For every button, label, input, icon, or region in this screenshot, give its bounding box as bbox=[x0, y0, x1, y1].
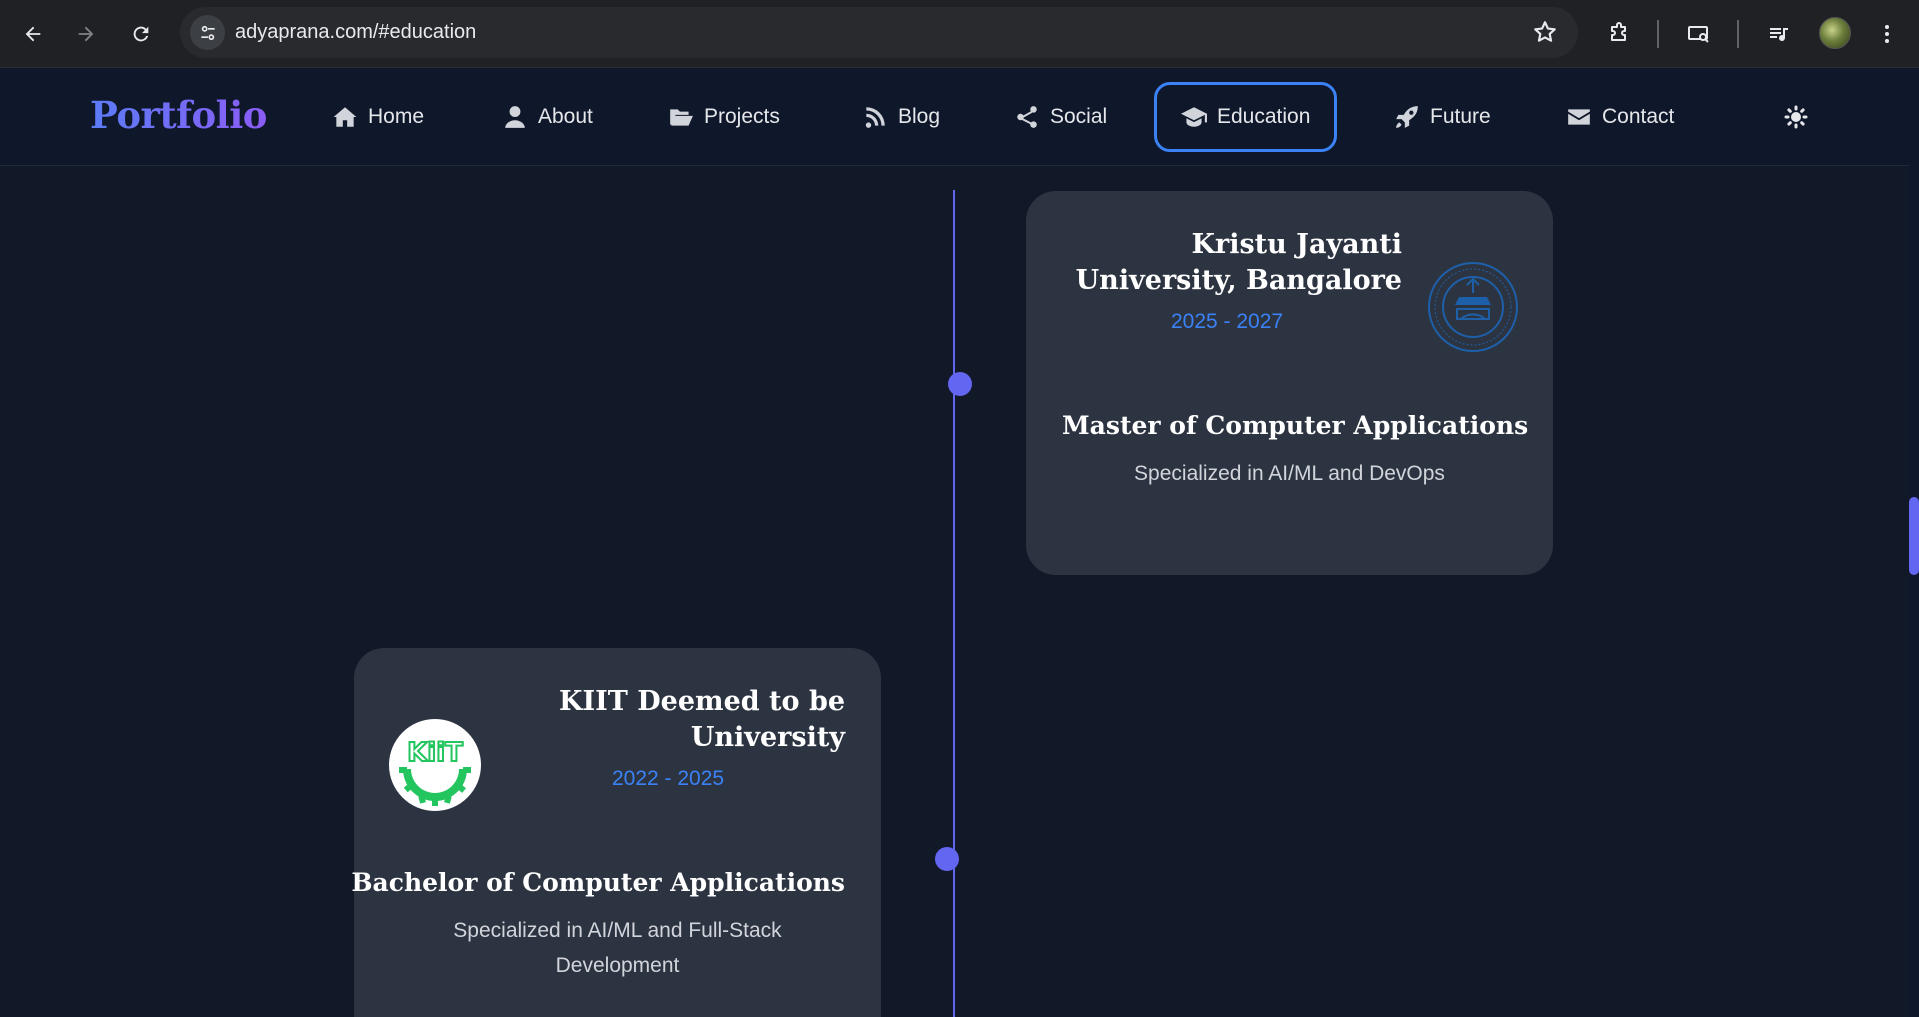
nav-social[interactable]: Social bbox=[987, 82, 1134, 152]
timeline-line bbox=[953, 190, 955, 1017]
education-years: 2022 - 2025 bbox=[612, 767, 725, 790]
degree-title: Master of Computer Applications bbox=[1062, 411, 1529, 440]
site-navbar: Portfolio Home About Projects Blog Socia… bbox=[0, 68, 1909, 166]
nav-education[interactable]: Education bbox=[1154, 82, 1338, 152]
kiit-logo: KiiT bbox=[389, 719, 481, 811]
theme-toggle-button[interactable] bbox=[1782, 103, 1810, 131]
reload-icon bbox=[133, 26, 149, 42]
envelope-icon bbox=[1568, 109, 1590, 125]
forward-button[interactable] bbox=[69, 17, 103, 51]
more-vertical-icon bbox=[1885, 25, 1889, 43]
media-controls-button[interactable] bbox=[1762, 17, 1796, 51]
institution-name: KIIT Deemed to be University bbox=[559, 686, 845, 753]
browser-toolbar: adyaprana.com/#education bbox=[0, 0, 1919, 68]
institution-name: Kristu Jayanti University, Bangalore bbox=[1075, 229, 1402, 296]
nav-contact[interactable]: Contact bbox=[1539, 82, 1701, 152]
cast-search-button[interactable] bbox=[1682, 17, 1716, 51]
extensions-button[interactable] bbox=[1602, 17, 1636, 51]
toolbar-separator bbox=[1657, 20, 1659, 48]
share-icon bbox=[1017, 106, 1037, 128]
rocket-icon bbox=[1396, 106, 1418, 128]
nav-blog[interactable]: Blog bbox=[835, 82, 967, 152]
back-button[interactable] bbox=[16, 17, 50, 51]
timeline-dot bbox=[948, 372, 972, 396]
screen-search-icon bbox=[1688, 26, 1709, 43]
tune-icon bbox=[200, 25, 215, 40]
nav-home[interactable]: Home bbox=[305, 82, 451, 152]
nav-future[interactable]: Future bbox=[1367, 82, 1518, 152]
nav-label: Contact bbox=[1602, 105, 1675, 128]
folder-open-icon bbox=[670, 109, 693, 126]
nav-label: Social bbox=[1050, 105, 1108, 128]
url-text[interactable]: adyaprana.com/#education bbox=[235, 21, 476, 44]
kiit-logo-text: KiiT bbox=[407, 738, 463, 768]
degree-specialization: Specialized in AI/ML and Full-Stack Deve… bbox=[453, 919, 782, 977]
arrow-right-icon bbox=[78, 26, 94, 42]
education-card-bca: KiiT KIIT Deemed to be University 2022 -… bbox=[351, 648, 881, 1017]
nav-label: Projects bbox=[704, 105, 780, 128]
blog-icon bbox=[865, 107, 885, 128]
reload-button[interactable] bbox=[124, 17, 158, 51]
site-info-button[interactable] bbox=[190, 15, 225, 50]
bookmark-star-icon[interactable] bbox=[1532, 19, 1558, 45]
nav-label: Home bbox=[368, 105, 425, 128]
kristu-jayanti-seal-logo bbox=[1428, 262, 1518, 352]
graduation-cap-icon bbox=[1181, 107, 1207, 127]
degree-specialization: Specialized in AI/ML and DevOps bbox=[1134, 462, 1445, 485]
page-scrollbar-thumb[interactable] bbox=[1909, 497, 1919, 575]
queue-music-icon bbox=[1770, 28, 1788, 42]
nav-label: About bbox=[538, 105, 593, 128]
address-bar[interactable]: adyaprana.com/#education bbox=[180, 7, 1578, 58]
user-icon bbox=[505, 106, 525, 128]
puzzle-icon bbox=[1611, 22, 1626, 41]
nav-label: Education bbox=[1217, 105, 1311, 128]
toolbar-separator bbox=[1737, 20, 1739, 48]
profile-avatar[interactable] bbox=[1819, 17, 1851, 49]
nav-label: Future bbox=[1430, 105, 1491, 128]
nav-projects[interactable]: Projects bbox=[641, 82, 807, 152]
education-years: 2025 - 2027 bbox=[1171, 310, 1284, 333]
nav-label: Blog bbox=[898, 105, 941, 128]
arrow-left-icon bbox=[25, 26, 41, 42]
sun-icon bbox=[1784, 105, 1808, 129]
home-icon bbox=[333, 107, 357, 127]
menu-button[interactable] bbox=[1870, 17, 1904, 51]
education-card-mca: Kristu Jayanti University, Bangalore 202… bbox=[1026, 191, 1553, 575]
brand-logo[interactable]: Portfolio bbox=[90, 93, 267, 137]
degree-title: Bachelor of Computer Applications bbox=[351, 868, 845, 897]
timeline-dot bbox=[935, 847, 959, 871]
nav-about[interactable]: About bbox=[475, 82, 620, 152]
